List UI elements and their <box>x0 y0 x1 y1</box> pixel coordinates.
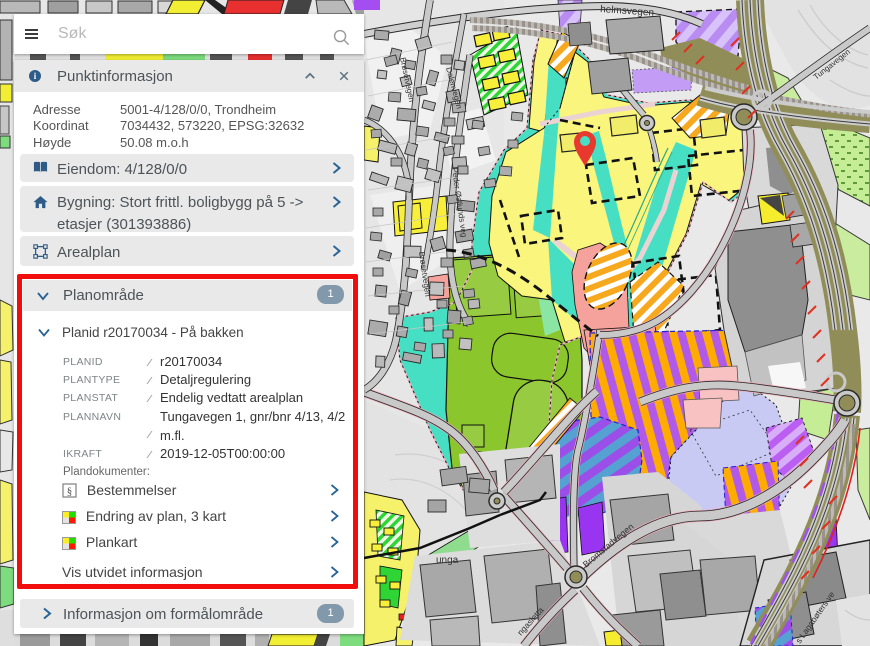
svg-text:unga: unga <box>436 555 459 566</box>
